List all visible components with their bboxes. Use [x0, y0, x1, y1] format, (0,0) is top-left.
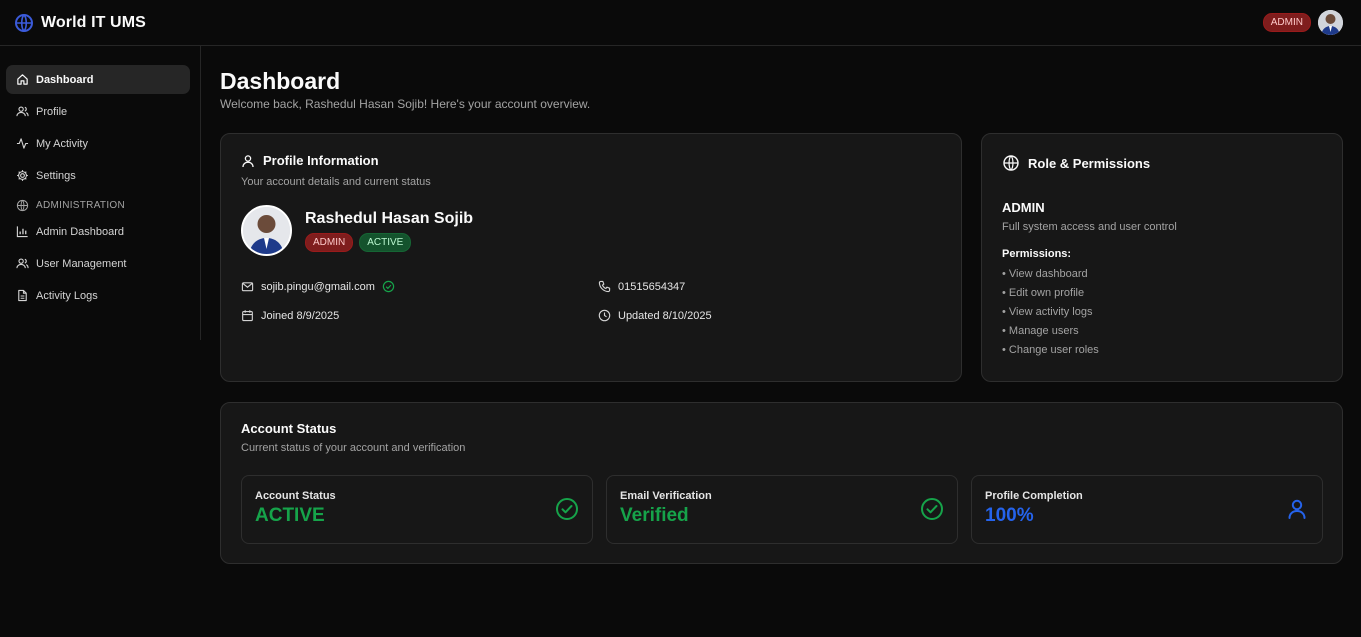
sidebar-item-dashboard[interactable]: Dashboard: [6, 65, 190, 94]
permissions-heading: Permissions:: [1002, 248, 1072, 260]
check-circle-icon: [555, 497, 579, 521]
page-subtitle: Welcome back, Rashedul Hasan Sojib! Here…: [220, 97, 591, 111]
phone-text: 01515654347: [618, 280, 686, 293]
activity-icon: [16, 137, 29, 150]
sidebar-item-label: Activity Logs: [36, 289, 98, 302]
file-text-icon: [16, 289, 29, 302]
role-permissions-card: Role & Permissions ADMIN Full system acc…: [981, 133, 1343, 382]
sidebar-item-label: User Management: [36, 257, 127, 270]
role-name: ADMIN: [1002, 200, 1045, 215]
sidebar-item-admin-dashboard[interactable]: Admin Dashboard: [6, 217, 190, 246]
users-icon: [16, 257, 29, 270]
joined-text: Joined 8/9/2025: [261, 309, 340, 322]
sidebar-item-settings[interactable]: Settings: [6, 161, 190, 190]
role-card-title: Role & Permissions: [1028, 155, 1151, 171]
sidebar-item-my-activity[interactable]: My Activity: [6, 129, 190, 158]
joined-info: Joined 8/9/2025: [241, 309, 339, 322]
email-info: sojib.pingu@gmail.com: [241, 280, 395, 293]
profile-card-description: Your account details and current status: [241, 176, 431, 188]
sidebar-item-label: Admin Dashboard: [36, 225, 125, 238]
user-icon: [1285, 497, 1309, 521]
account-status-card: Account Status Current status of your ac…: [220, 402, 1343, 564]
stat-value: Verified: [620, 505, 689, 526]
mail-icon: [241, 280, 254, 293]
bar-chart-icon: [16, 225, 29, 238]
sidebar-item-label: Settings: [36, 169, 76, 182]
stat-label: Account Status: [255, 490, 336, 502]
status-badge: ACTIVE: [359, 232, 412, 252]
users-icon: [16, 105, 29, 118]
profile-card-title: Profile Information: [263, 153, 379, 168]
card-title: Role & Permissions: [1002, 154, 1322, 172]
verified-check-icon: [382, 280, 395, 293]
status-card-title: Account Status: [241, 421, 337, 436]
profile-avatar: [241, 205, 292, 256]
sidebar-item-label: Dashboard: [36, 73, 94, 86]
role-description: Full system access and user control: [1002, 221, 1177, 233]
check-circle-icon: [920, 497, 944, 521]
sidebar-section-administration: ADMINISTRATION: [6, 193, 190, 217]
status-card-description: Current status of your account and verif…: [241, 442, 466, 454]
email-text: sojib.pingu@gmail.com: [261, 280, 375, 293]
role-badge: ADMIN: [1262, 13, 1311, 32]
permission-item: • Manage users: [1002, 325, 1079, 337]
page-title: Dashboard: [220, 68, 341, 94]
updated-text: Updated 8/10/2025: [618, 309, 712, 322]
role-badge: ADMIN: [305, 232, 354, 252]
sidebar-item-activity-logs[interactable]: Activity Logs: [6, 281, 190, 310]
globe-icon: [16, 199, 29, 212]
card-title: Profile Information: [241, 153, 941, 168]
section-label: ADMINISTRATION: [36, 199, 126, 211]
stat-profile-completion: Profile Completion 100%: [971, 475, 1323, 544]
permission-item: • View dashboard: [1002, 268, 1088, 280]
globe-logo-icon: [14, 13, 34, 33]
gear-icon: [16, 169, 29, 182]
phone-icon: [598, 280, 611, 293]
top-bar: World IT UMS ADMIN: [0, 0, 1361, 46]
profile-information-card: Profile Information Your account details…: [220, 133, 962, 382]
permission-item: • Edit own profile: [1002, 287, 1085, 299]
user-icon: [241, 154, 255, 168]
permission-item: • Change user roles: [1002, 344, 1099, 356]
sidebar: Dashboard Profile My Activity Settings A…: [0, 46, 201, 340]
phone-info: 01515654347: [598, 280, 685, 293]
user-name: Rashedul Hasan Sojib: [305, 209, 474, 227]
stat-account-status: Account Status ACTIVE: [241, 475, 593, 544]
sidebar-item-label: My Activity: [36, 137, 88, 150]
stat-value: ACTIVE: [255, 505, 325, 526]
updated-info: Updated 8/10/2025: [598, 309, 712, 322]
app-name: World IT UMS: [41, 13, 146, 31]
globe-icon: [1002, 154, 1020, 172]
sidebar-item-profile[interactable]: Profile: [6, 97, 190, 126]
calendar-icon: [241, 309, 254, 322]
stat-label: Profile Completion: [985, 490, 1083, 502]
stat-value: 100%: [985, 505, 1034, 526]
main-content: Dashboard Welcome back, Rashedul Hasan S…: [220, 46, 1343, 111]
user-avatar[interactable]: [1318, 10, 1343, 35]
home-icon: [16, 73, 29, 86]
sidebar-item-user-management[interactable]: User Management: [6, 249, 190, 278]
sidebar-item-label: Profile: [36, 105, 68, 118]
brand[interactable]: World IT UMS: [14, 13, 146, 33]
stat-label: Email Verification: [620, 490, 712, 502]
permission-item: • View activity logs: [1002, 306, 1093, 318]
stat-email-verification: Email Verification Verified: [606, 475, 958, 544]
clock-icon: [598, 309, 611, 322]
